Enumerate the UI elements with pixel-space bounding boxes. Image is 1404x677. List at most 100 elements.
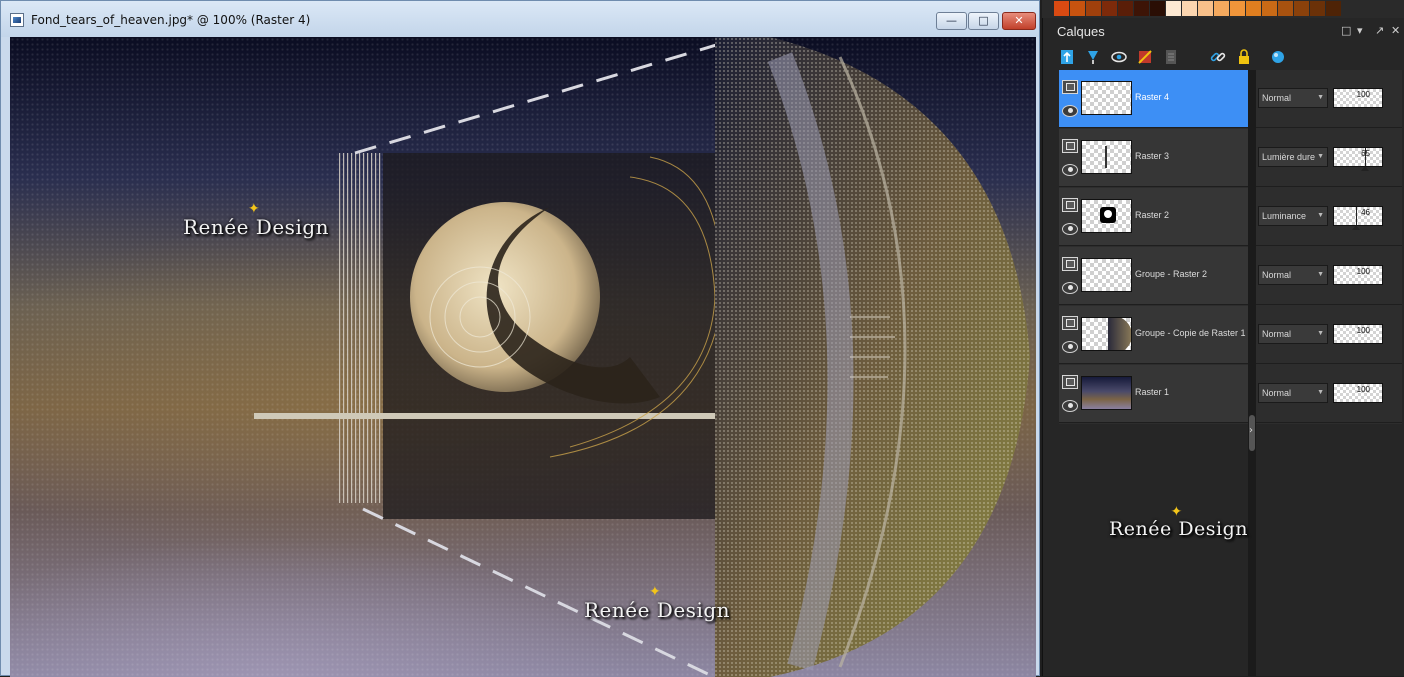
color-swatch[interactable] [1294,1,1309,16]
layer-type-icon[interactable] [1062,257,1078,271]
panel-close-button[interactable]: ✕ [1391,24,1400,37]
layers-panel: Calques □ ▾ ↗ ✕ Raster 4 Raster 3 Raster 2… [1042,18,1404,676]
layer-row[interactable]: Raster 1 [1059,365,1248,423]
layer-styles-icon[interactable] [1269,48,1287,66]
color-swatch[interactable] [1262,1,1277,16]
blend-mode-dropdown[interactable]: Normal ▼ [1258,88,1328,108]
new-adjustment-layer-icon[interactable] [1136,48,1154,66]
color-swatch[interactable] [1278,1,1293,16]
document-titlebar[interactable]: Fond_tears_of_heaven.jpg* @ 100% (Raster… [1,1,1039,37]
color-palette-strip [1042,0,1404,18]
color-swatch[interactable] [1198,1,1213,16]
color-swatch[interactable] [1150,1,1165,16]
new-mask-layer-icon[interactable] [1110,48,1128,66]
blend-mode-dropdown[interactable]: Normal ▼ [1258,324,1328,344]
color-swatch[interactable] [1246,1,1261,16]
lock-icon[interactable] [1235,48,1253,66]
color-swatch[interactable] [1134,1,1149,16]
color-swatch[interactable] [1070,1,1085,16]
color-swatch[interactable] [1054,1,1069,16]
layer-row[interactable]: Groupe - Copie de Raster 1 [1059,306,1248,364]
layer-name: Raster 1 [1135,387,1170,397]
layer-thumbnail [1081,258,1132,292]
butterfly-icon: ✦ [248,201,261,217]
document-window: Fond_tears_of_heaven.jpg* @ 100% (Raster… [0,0,1040,677]
panel-pin-button[interactable]: ↗ [1375,24,1384,37]
opacity-value: 100 [1356,326,1370,335]
opacity-value: 100 [1356,385,1370,394]
color-swatch[interactable] [1326,1,1341,16]
layer-name: Raster 2 [1135,210,1170,220]
layer-type-icon[interactable] [1062,316,1078,330]
maximize-icon: □ [978,14,989,27]
properties-icon[interactable] [1162,48,1180,66]
color-swatch[interactable] [1230,1,1245,16]
watermark-renee-design-panel: ✦ Renée Design [1109,504,1249,540]
minimize-button[interactable]: — [936,12,967,30]
dropdown-arrow-icon: ▼ [1317,389,1324,396]
new-raster-layer-icon[interactable] [1058,48,1076,66]
blend-mode-dropdown[interactable]: Luminance ▼ [1258,206,1328,226]
opacity-slider[interactable]: 100 [1333,265,1383,285]
visibility-eye-icon[interactable] [1062,341,1078,353]
visibility-eye-icon[interactable] [1062,105,1078,117]
layer-name: Groupe - Raster 2 [1135,269,1208,279]
color-swatch[interactable] [1166,1,1181,16]
layer-thumbnail [1081,81,1132,115]
color-swatch[interactable] [1102,1,1117,16]
close-icon: ✕ [1014,14,1024,27]
dashed-line-top [354,41,724,155]
blend-mode-value: Lumière dure [1262,152,1316,162]
close-button[interactable]: ✕ [1002,12,1036,30]
blend-mode-dropdown[interactable]: Lumière dure ▼ [1258,147,1328,167]
layer-name: Raster 4 [1135,92,1170,102]
visibility-eye-icon[interactable] [1062,164,1078,176]
visibility-eye-icon[interactable] [1062,223,1078,235]
color-swatch[interactable] [1118,1,1133,16]
layer-thumbnail [1081,317,1132,351]
opacity-slider[interactable]: 65 [1333,147,1383,171]
layer-row[interactable]: Groupe - Raster 2 [1059,247,1248,305]
layer-type-icon[interactable] [1062,198,1078,212]
opacity-indicator-icon[interactable] [1361,166,1369,171]
layer-row[interactable]: Raster 2 [1059,188,1248,246]
layer-properties-row: Normal ▼ 100 [1256,70,1402,128]
blend-mode-dropdown[interactable]: Normal ▼ [1258,265,1328,285]
blend-mode-value: Normal [1262,329,1292,339]
layer-properties-row: Normal ▼ 100 [1256,365,1402,423]
opacity-indicator-icon[interactable] [1352,225,1360,230]
link-icon[interactable] [1209,48,1227,66]
panel-menu-button[interactable]: ▾ [1357,24,1363,37]
opacity-slider[interactable]: 100 [1333,88,1383,108]
color-swatch[interactable] [1214,1,1229,16]
layer-type-icon[interactable] [1062,375,1078,389]
layer-type-icon[interactable] [1062,139,1078,153]
image-canvas[interactable]: ✦ Renée Design ✦ Renée Design [10,37,1036,677]
panel-splitter[interactable] [1248,70,1256,676]
opacity-indicator-line [1365,148,1366,166]
visibility-eye-icon[interactable] [1062,282,1078,294]
layers-list: Raster 4 Raster 3 Raster 2 Groupe - Raster … [1059,70,1248,424]
layer-row[interactable]: Raster 3 [1059,129,1248,187]
opacity-value: 46 [1361,208,1370,217]
opacity-value: 100 [1356,90,1370,99]
layer-thumbnail [1081,376,1132,410]
dropdown-arrow-icon: ▼ [1317,330,1324,337]
panel-restore-button[interactable]: □ [1341,24,1351,37]
layer-type-icon[interactable] [1062,80,1078,94]
blend-mode-dropdown[interactable]: Normal ▼ [1258,383,1328,403]
opacity-slider[interactable]: 46 [1333,206,1383,230]
splitter-handle[interactable] [1249,415,1255,451]
color-swatch[interactable] [1310,1,1325,16]
layer-name: Raster 3 [1135,151,1170,161]
new-vector-layer-icon[interactable] [1084,48,1102,66]
visibility-eye-icon[interactable] [1062,400,1078,412]
watermark-renee-design-bottom: ✦ Renée Design [584,584,731,622]
color-swatch[interactable] [1086,1,1101,16]
butterfly-icon: ✦ [649,584,662,600]
opacity-slider[interactable]: 100 [1333,324,1383,344]
opacity-slider[interactable]: 100 [1333,383,1383,403]
color-swatch[interactable] [1182,1,1197,16]
maximize-button[interactable]: □ [968,12,999,30]
layer-row[interactable]: Raster 4 [1059,70,1248,128]
